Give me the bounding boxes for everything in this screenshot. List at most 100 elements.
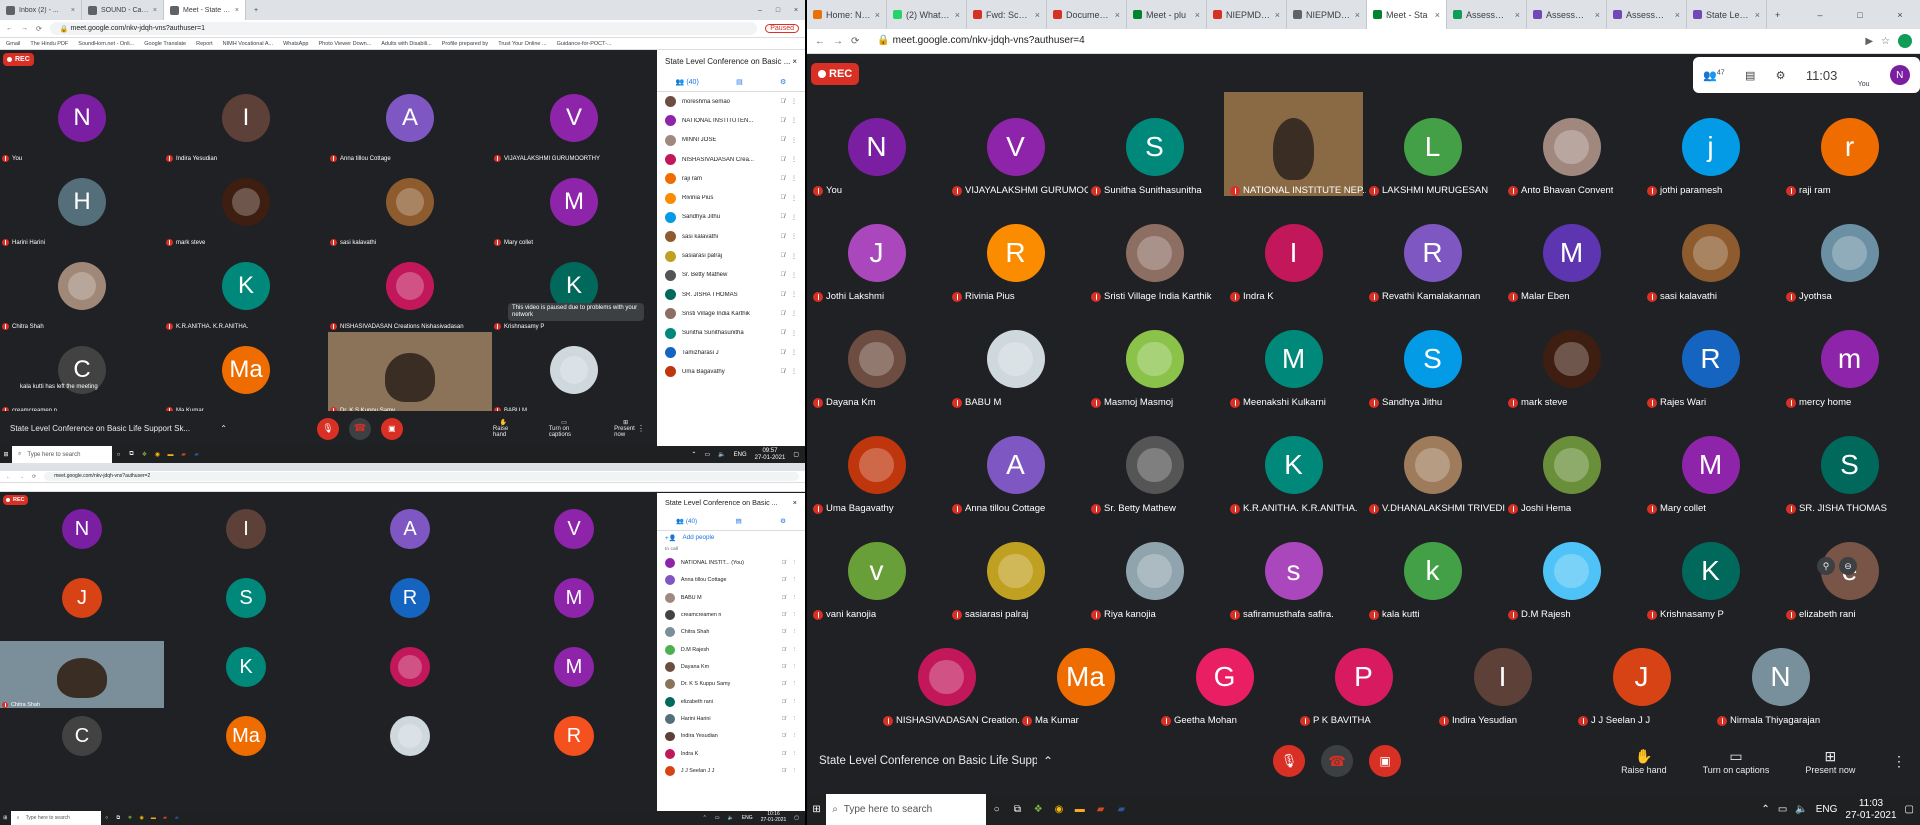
participant-tile[interactable]: K K.R.ANITHA. K.R.ANITHA.	[1224, 410, 1363, 516]
powerpoint-icon[interactable]: ▰	[159, 815, 171, 821]
new-tab-icon[interactable]: +	[1767, 10, 1788, 20]
participant-tile[interactable]: I	[164, 503, 328, 572]
minimize-icon[interactable]: –	[1800, 10, 1840, 20]
more-options-icon[interactable]: ⋮	[791, 291, 797, 298]
mic-muted-icon[interactable]: 🎙̸	[781, 99, 786, 105]
participant-tile[interactable]: NATIONAL INSTITUTE NEP...	[1224, 92, 1366, 198]
volume-icon[interactable]: 🔈	[718, 451, 725, 458]
volume-icon[interactable]: 🔈	[728, 815, 734, 821]
participant-tile[interactable]: A Anna tillou Cottage	[946, 410, 1085, 516]
close-tab-icon[interactable]: ×	[1755, 10, 1760, 20]
participant-list-item[interactable]: Chitra Shah 🎙̸ ⋮	[657, 624, 805, 641]
participant-list-item[interactable]: NATIONAL INSTITUTEN... 🎙̸ ⋮	[657, 111, 805, 130]
mic-off-button[interactable]: 🎙	[316, 417, 339, 440]
participant-list-item[interactable]: Sr. Betty Mathew 🎙̸ ⋮	[657, 266, 805, 285]
reload-icon[interactable]: ⟳	[851, 36, 859, 47]
participant-tile[interactable]: Dr. K S Kuppu Samy	[328, 332, 492, 416]
more-options-icon[interactable]: ⋮	[791, 156, 797, 163]
leave-call-button[interactable]: ☎	[348, 417, 371, 440]
chrome-icon[interactable]: ◉	[136, 815, 148, 821]
mic-muted-icon[interactable]: 🎙̸	[782, 629, 786, 635]
self-avatar[interactable]: N	[1889, 65, 1910, 85]
bookmark-item[interactable]: NIMH Vocational A...	[223, 41, 273, 47]
network-icon[interactable]: ▭	[1778, 804, 1787, 815]
more-options-icon[interactable]: ⋮	[792, 560, 797, 566]
language-indicator[interactable]: ENG	[742, 815, 753, 821]
bookmark-item[interactable]: Report	[196, 41, 213, 47]
people-tab[interactable]: 👥 (40)	[676, 78, 699, 86]
participant-tile[interactable]: Sr. Betty Mathew	[1085, 410, 1224, 516]
participant-tile[interactable]: C	[0, 710, 164, 779]
participant-tile[interactable]	[328, 641, 492, 710]
bookmark-item[interactable]: Profile prepared by	[442, 41, 488, 47]
browser-tab[interactable]: NIEPMD Mail ×	[1207, 0, 1287, 29]
close-tab-icon[interactable]: ×	[153, 7, 157, 14]
network-icon[interactable]: ▭	[704, 451, 710, 458]
more-options-icon[interactable]: ⋮	[792, 647, 797, 653]
taskbar-search[interactable]: ⌕ Type here to search	[10, 811, 101, 825]
more-options-icon[interactable]: ⋮	[792, 733, 797, 739]
participant-tile[interactable]: M	[492, 641, 656, 710]
notifications-icon[interactable]: ▢	[793, 451, 799, 458]
forward-icon[interactable]: →	[21, 25, 28, 32]
participant-tile[interactable]: mark steve	[164, 164, 328, 248]
participant-tile[interactable]: S	[164, 572, 328, 641]
mic-muted-icon[interactable]: 🎙̸	[781, 214, 786, 220]
participant-tile[interactable]: R Revathi Kamalakannan	[1363, 198, 1502, 304]
participant-list-item[interactable]: sasiarasi palraj 🎙̸ ⋮	[657, 246, 805, 265]
participant-tile[interactable]: R	[492, 710, 656, 779]
mic-muted-icon[interactable]: 🎙̸	[782, 716, 786, 722]
mic-muted-icon[interactable]: 🎙̸	[782, 577, 786, 583]
participant-tile[interactable]: BABU M	[946, 304, 1085, 410]
participant-tile[interactable]: k kala kutti	[1363, 516, 1502, 622]
mic-muted-icon[interactable]: 🎙̸	[782, 560, 786, 566]
more-options-icon[interactable]: ⋮	[792, 664, 797, 670]
participant-list-item[interactable]: MINNI JOSE 🎙̸ ⋮	[657, 131, 805, 150]
more-options-icon[interactable]: ⋮	[792, 629, 797, 635]
more-options-icon[interactable]: ⋮	[791, 368, 797, 375]
more-options-icon[interactable]: ⋮	[791, 117, 797, 124]
participant-tile[interactable]: Uma Bagavathy	[807, 410, 946, 516]
participant-tile[interactable]: sasi kalavathi	[1641, 198, 1780, 304]
activities-icon[interactable]: ⚙	[1776, 69, 1786, 82]
participant-tile[interactable]: MaMa Kumar	[164, 332, 328, 416]
task-view-icon[interactable]: ⧉	[112, 815, 124, 821]
taskbar-search[interactable]: ⌕ Type here to search	[826, 794, 987, 825]
mic-muted-icon[interactable]: 🎙̸	[781, 157, 786, 163]
participant-tile[interactable]	[328, 710, 492, 779]
browser-tab[interactable]: Assessment 1 ×	[1607, 0, 1687, 29]
mic-muted-icon[interactable]: 🎙̸	[782, 768, 786, 774]
back-icon[interactable]: ←	[6, 474, 11, 480]
browser-tab[interactable]: Meet - State Level Confer... ×	[164, 0, 246, 20]
taskbar-search[interactable]: ⌕ Type here to search	[12, 446, 112, 463]
profile-icon[interactable]	[1898, 34, 1912, 48]
participant-tile[interactable]: K	[164, 641, 328, 710]
tray-chevron-icon[interactable]: ⌃	[691, 451, 696, 458]
people-tab[interactable]: 👥 (40)	[676, 517, 697, 525]
more-options-icon[interactable]: ⋮	[791, 98, 797, 105]
minimize-icon[interactable]: –	[751, 7, 769, 14]
mic-muted-icon[interactable]: 🎙̸	[782, 699, 786, 705]
participant-list-item[interactable]: moreshma semao 🎙̸ ⋮	[657, 92, 805, 111]
participant-tile[interactable]: G Geetha Mohan	[1155, 622, 1294, 728]
participant-tile[interactable]: M Malar Eben	[1502, 198, 1641, 304]
mic-muted-icon[interactable]: 🎙̸	[782, 664, 786, 670]
participant-tile[interactable]: N	[0, 503, 164, 572]
participant-tile[interactable]: R Rivinia Pius	[946, 198, 1085, 304]
word-icon[interactable]: ▰	[171, 815, 183, 821]
mic-muted-icon[interactable]: 🎙̸	[782, 751, 786, 757]
participant-tile[interactable]: I Indra K	[1224, 198, 1363, 304]
more-options-icon[interactable]: ⋮	[791, 349, 797, 356]
captions-button[interactable]: ▭ Turn on captions	[1703, 748, 1770, 775]
bookmark-item[interactable]: SoundHom.net - Onli...	[78, 41, 134, 47]
participant-tile[interactable]: J	[0, 572, 164, 641]
meeting-title[interactable]: State Level Conference on Basic Life Sup…	[0, 424, 220, 433]
participant-list-item[interactable]: elizabeth rani 🎙̸ ⋮	[657, 693, 805, 710]
notifications-icon[interactable]: ▢	[794, 815, 799, 821]
tray-chevron-icon[interactable]: ⌃	[703, 815, 707, 821]
participant-tile[interactable]: J Jothi Lakshmi	[807, 198, 946, 304]
mic-muted-icon[interactable]: 🎙̸	[781, 195, 786, 201]
bookmark-item[interactable]: Photo Viewer Down...	[318, 41, 371, 47]
participant-tile[interactable]: D.M Rajesh	[1502, 516, 1641, 622]
close-tab-icon[interactable]: ×	[71, 7, 75, 14]
